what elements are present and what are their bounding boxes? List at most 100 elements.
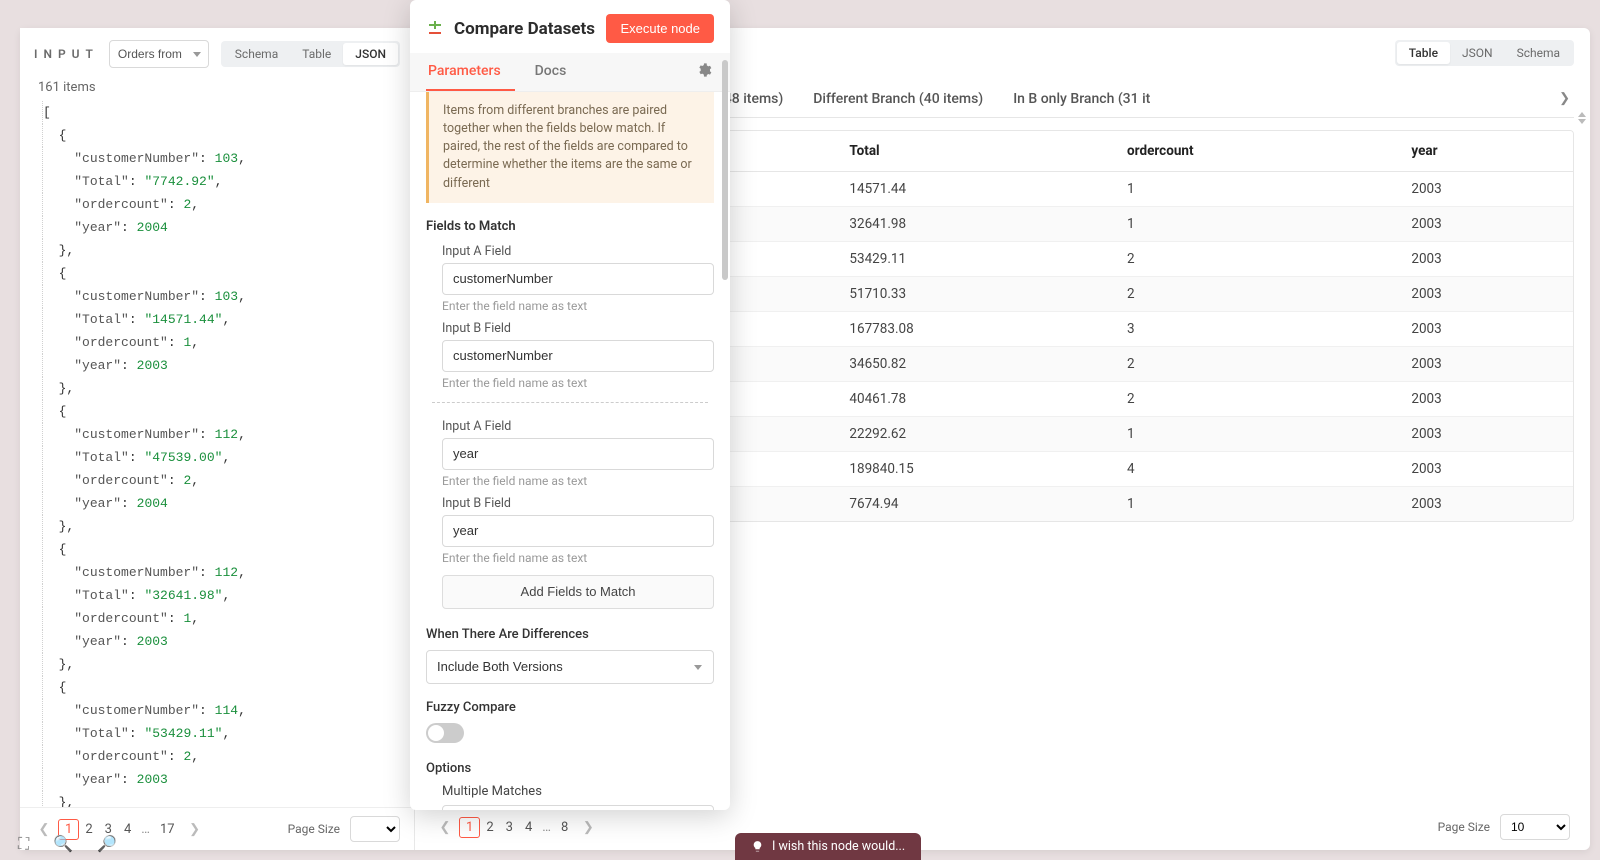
field-divider: [432, 402, 708, 403]
input-header: INPUT Orders from Schema Table JSON: [20, 28, 414, 80]
table-cell: 2003: [1397, 172, 1573, 207]
compare-icon: [426, 20, 444, 38]
when-diff-select[interactable]: Include Both Versions: [426, 650, 714, 684]
table-cell: 40461.78: [835, 382, 1113, 417]
node-editor-stage: INPUT Orders from Schema Table JSON 161 …: [20, 28, 1590, 850]
pager-page[interactable]: 1: [459, 817, 480, 838]
branch-tab[interactable]: Different Branch (40 items): [811, 81, 985, 117]
table-cell: 2003: [1397, 312, 1573, 347]
out-tab-table[interactable]: Table: [1397, 42, 1450, 64]
multi-match-label: Multiple Matches: [410, 780, 730, 801]
table-cell: 22292.62: [835, 417, 1113, 452]
out-pager-next-icon[interactable]: ❯: [578, 820, 598, 835]
field-group-b1: Input B Field Enter the field name as te…: [410, 315, 730, 392]
input-a-field-2[interactable]: [442, 438, 714, 470]
pager-next-icon[interactable]: ❯: [185, 822, 205, 837]
input-items-count: 161 items: [20, 80, 414, 101]
table-cell: 4: [1113, 452, 1397, 487]
panel-body[interactable]: Items from different branches are paired…: [410, 92, 730, 810]
out-page-size-label: Page Size: [1438, 820, 1490, 834]
page-size-select[interactable]: [350, 816, 400, 842]
column-header[interactable]: ordercount: [1113, 131, 1397, 172]
table-cell: 2003: [1397, 417, 1573, 452]
field-group-a2: Input A Field Enter the field name as te…: [410, 413, 730, 490]
output-pagination: ❮ 1234…8 ❯ Page Size 10: [431, 804, 1574, 850]
pager-page[interactable]: 2: [480, 818, 499, 837]
out-page-size-select[interactable]: 10: [1500, 814, 1570, 840]
node-settings-panel: Compare Datasets Execute node Parameters…: [410, 0, 730, 810]
pager-page[interactable]: 8: [555, 818, 574, 837]
multi-match-select[interactable]: Include All Matches: [442, 805, 714, 810]
table-cell: 3: [1113, 312, 1397, 347]
out-tab-schema[interactable]: Schema: [1505, 42, 1572, 64]
tab-json[interactable]: JSON: [343, 43, 398, 65]
table-cell: 189840.15: [835, 452, 1113, 487]
input-b-label: Input B Field: [442, 496, 714, 511]
table-cell: 2003: [1397, 487, 1573, 522]
table-cell: 1: [1113, 417, 1397, 452]
panel-tabs: Parameters Docs: [410, 53, 730, 92]
tab-schema[interactable]: Schema: [223, 43, 290, 65]
table-cell: 1: [1113, 207, 1397, 242]
table-cell: 167783.08: [835, 312, 1113, 347]
zoom-out-icon[interactable]: 🔎: [97, 834, 117, 854]
table-cell: 34650.82: [835, 347, 1113, 382]
add-fields-button[interactable]: Add Fields to Match: [442, 575, 714, 609]
tab-table[interactable]: Table: [290, 43, 343, 65]
tab-parameters[interactable]: Parameters: [426, 53, 515, 91]
fuzzy-toggle[interactable]: [426, 723, 464, 743]
column-header[interactable]: Total: [835, 131, 1113, 172]
pager-page[interactable]: 3: [500, 818, 519, 837]
input-b-field-2[interactable]: [442, 515, 714, 547]
tab-docs[interactable]: Docs: [533, 53, 581, 91]
options-label: Options: [410, 757, 730, 780]
pager-page[interactable]: 4: [118, 820, 137, 839]
field-hint: Enter the field name as text: [442, 551, 714, 565]
expand-icon[interactable]: ⛶: [18, 834, 29, 854]
input-a-field[interactable]: [442, 263, 714, 295]
table-cell: 2003: [1397, 347, 1573, 382]
table-cell: 2003: [1397, 452, 1573, 487]
output-scroll-arrows[interactable]: [1578, 112, 1588, 126]
panel-title: Compare Datasets: [454, 19, 596, 39]
input-a-label: Input A Field: [442, 244, 714, 259]
input-a-label: Input A Field: [442, 419, 714, 434]
table-cell: 7674.94: [835, 487, 1113, 522]
lightbulb-icon: [751, 840, 764, 853]
field-hint: Enter the field name as text: [442, 299, 714, 313]
pager-ellipsis: …: [538, 820, 555, 835]
gear-icon[interactable]: [694, 54, 714, 90]
table-cell: 2003: [1397, 277, 1573, 312]
input-title: INPUT: [34, 47, 99, 61]
page-size-label: Page Size: [288, 822, 340, 836]
pager-page[interactable]: 4: [519, 818, 538, 837]
table-cell: 51710.33: [835, 277, 1113, 312]
chevron-right-icon[interactable]: ❯: [1555, 83, 1574, 114]
out-pager-prev-icon[interactable]: ❮: [435, 820, 455, 835]
scrollbar-thumb[interactable]: [722, 60, 728, 280]
table-cell: 1: [1113, 172, 1397, 207]
input-b-label: Input B Field: [442, 321, 714, 336]
zoom-in-icon[interactable]: 🔍: [53, 834, 73, 854]
field-group-a1: Input A Field Enter the field name as te…: [410, 238, 730, 315]
table-cell: 2: [1113, 277, 1397, 312]
execute-node-button[interactable]: Execute node: [606, 14, 714, 43]
table-cell: 2: [1113, 382, 1397, 417]
branch-tab[interactable]: In B only Branch (31 it: [1011, 81, 1152, 117]
bottom-toolbar: ⛶ 🔍 🔎: [18, 834, 117, 854]
column-header[interactable]: year: [1397, 131, 1573, 172]
fuzzy-label: Fuzzy Compare: [410, 696, 730, 719]
wish-bar[interactable]: I wish this node would...: [735, 833, 921, 860]
field-hint: Enter the field name as text: [442, 474, 714, 488]
table-cell: 2003: [1397, 382, 1573, 417]
table-cell: 2003: [1397, 207, 1573, 242]
table-cell: 32641.98: [835, 207, 1113, 242]
input-source-select[interactable]: Orders from: [109, 40, 209, 68]
table-cell: 1: [1113, 487, 1397, 522]
input-json-view[interactable]: [ { "customerNumber": 103, "Total": "774…: [20, 101, 414, 807]
out-tab-json[interactable]: JSON: [1450, 42, 1505, 64]
pager-page[interactable]: 17: [154, 820, 181, 839]
output-view-tabs: Table JSON Schema: [1395, 40, 1574, 66]
input-b-field[interactable]: [442, 340, 714, 372]
table-cell: 2: [1113, 347, 1397, 382]
